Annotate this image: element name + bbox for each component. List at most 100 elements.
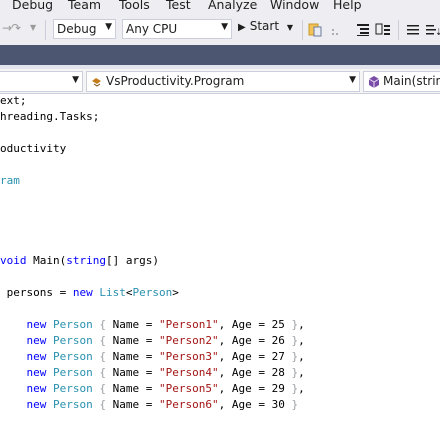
- code-line: oductivity: [0, 142, 66, 158]
- string-literal: "Person3": [158, 350, 219, 363]
- type-name: Person: [53, 350, 93, 363]
- toolbar-separator: [302, 20, 303, 40]
- code-text: Name =: [106, 334, 159, 347]
- string-literal: "Person6": [158, 398, 219, 411]
- code-line: ram: [0, 174, 20, 190]
- brace: {: [99, 382, 106, 395]
- menu-tools[interactable]: Tools: [119, 0, 150, 12]
- string-literal: "Person1": [158, 318, 219, 331]
- toolbar-separator: [398, 20, 399, 40]
- number-literal: 30: [271, 398, 285, 411]
- code-text: ,: [298, 382, 305, 395]
- string-literal: "Person5": [158, 382, 219, 395]
- initializer-row: new Person { Name = "Person4", Age = 28 …: [0, 366, 305, 382]
- brace: {: [99, 334, 106, 347]
- code-text: , Age =: [218, 350, 272, 363]
- platform-value: Any CPU: [126, 22, 178, 36]
- start-button[interactable]: ▶ Start ▼: [238, 19, 293, 39]
- toolbar-separator: [45, 20, 46, 40]
- comment-lines-icon[interactable]: [406, 22, 420, 38]
- menu-team[interactable]: Team: [68, 0, 101, 12]
- code-text: Name =: [106, 382, 159, 395]
- initializer-row: new Person { Name = "Person5", Age = 29 …: [0, 382, 305, 398]
- keyword: void: [0, 254, 27, 267]
- brace: {: [99, 398, 106, 411]
- code-line: ext;: [0, 94, 27, 110]
- menu-debug[interactable]: Debug: [12, 0, 53, 12]
- code-text: ext;: [0, 94, 27, 107]
- number-literal: 26: [271, 334, 285, 347]
- code-text: , Age =: [218, 318, 272, 331]
- uncomment-lines-icon[interactable]: ⇣: [425, 22, 440, 38]
- code-text: , Age =: [218, 366, 272, 379]
- keyword: new: [26, 350, 47, 363]
- code-line: void Main(string[] args): [0, 254, 159, 270]
- keyword: new: [26, 398, 47, 411]
- code-line: persons = new List<Person>: [0, 286, 179, 302]
- type-name: Person: [132, 286, 173, 299]
- find-in-files-icon[interactable]: [308, 22, 324, 38]
- chevron-down-icon: ▼: [221, 22, 228, 32]
- grip-icon: [332, 29, 338, 35]
- configuration-select[interactable]: Debug ▼: [53, 19, 116, 39]
- menu-analyze[interactable]: Analyze: [208, 0, 257, 12]
- code-text: , Age =: [218, 334, 272, 347]
- brace: {: [99, 318, 106, 331]
- indent-icon[interactable]: [355, 22, 371, 38]
- brace: {: [99, 350, 106, 363]
- code-text: ,: [298, 334, 305, 347]
- number-literal: 25: [271, 318, 285, 331]
- keyword: new: [26, 382, 47, 395]
- redo-dropdown-icon[interactable]: ▼: [30, 23, 36, 32]
- toolbar: → ↷ ▼ Debug ▼ Any CPU ▼ ▶ Start ▼ ⇣: [0, 14, 440, 45]
- code-text: >: [172, 286, 179, 299]
- keyword: new: [26, 318, 47, 331]
- code-editor[interactable]: ext; hreading.Tasks; oductivity ram void…: [0, 94, 440, 423]
- play-icon: ▶: [238, 22, 246, 33]
- code-line: hreading.Tasks;: [0, 110, 99, 126]
- menu-bar: Debug Team Tools Test Analyze Window Hel…: [0, 0, 440, 14]
- type-name: Person: [53, 366, 93, 379]
- chevron-down-icon: ▼: [105, 22, 112, 32]
- code-text: hreading.Tasks;: [0, 110, 100, 123]
- document-tab-well: [0, 45, 440, 69]
- code-text: ,: [298, 350, 305, 363]
- class-name: ram: [0, 174, 20, 187]
- start-label: Start: [249, 19, 280, 33]
- menu-test[interactable]: Test: [166, 0, 191, 12]
- project-select[interactable]: ▼: [0, 71, 83, 92]
- initializer-row: new Person { Name = "Person2", Age = 26 …: [0, 334, 305, 350]
- outdent-icon[interactable]: [375, 22, 391, 38]
- member-select[interactable]: Main(strin: [363, 71, 440, 92]
- menu-help[interactable]: Help: [333, 0, 362, 12]
- menu-window[interactable]: Window: [270, 0, 319, 12]
- type-name: List: [99, 286, 126, 299]
- method-name: Main(: [26, 254, 67, 267]
- keyword: new: [72, 286, 93, 299]
- class-icon: [92, 78, 101, 87]
- code-text: Name =: [106, 350, 159, 363]
- navigation-bar: ▼ VsProductivity.Program ▼ Main(strin: [0, 69, 440, 94]
- type-name: Person: [53, 318, 93, 331]
- initializer-row: new Person { Name = "Person3", Age = 27 …: [0, 350, 305, 366]
- chevron-down-icon: ▼: [72, 75, 79, 85]
- code-text: [] args): [106, 254, 159, 267]
- platform-select[interactable]: Any CPU ▼: [122, 19, 232, 39]
- code-text: Name =: [106, 398, 159, 411]
- code-text: ,: [298, 318, 305, 331]
- keyword: new: [26, 334, 47, 347]
- code-text: , Age =: [218, 382, 272, 395]
- brace: }: [291, 398, 299, 411]
- type-select[interactable]: VsProductivity.Program ▼: [86, 71, 360, 92]
- string-literal: "Person2": [158, 334, 219, 347]
- number-literal: 27: [271, 350, 285, 363]
- redo-icon[interactable]: ↷: [11, 21, 21, 35]
- member-label: Main(strin: [383, 74, 440, 88]
- brace: {: [99, 366, 106, 379]
